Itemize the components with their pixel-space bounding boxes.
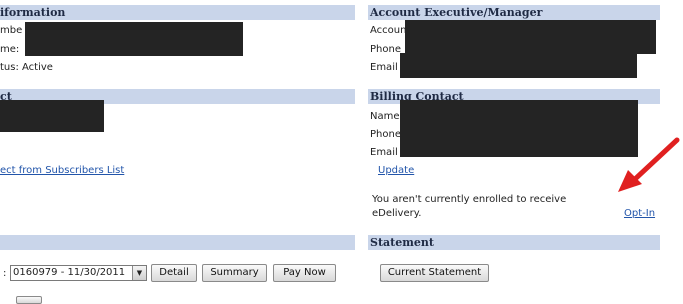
invoice-prefix: : bbox=[3, 268, 7, 279]
account-executive-header-text: Account Executive/Manager bbox=[370, 6, 543, 19]
detail-button[interactable]: Detail bbox=[151, 264, 197, 282]
information-header-text: iformation bbox=[0, 6, 66, 19]
redacted-contact-block bbox=[0, 100, 104, 132]
account-executive-header: Account Executive/Manager bbox=[368, 5, 660, 20]
redacted-billing-block bbox=[400, 100, 638, 157]
number-label: mbe bbox=[0, 25, 23, 36]
statement-header: Statement bbox=[368, 235, 660, 250]
redacted-account-block bbox=[405, 20, 656, 54]
account-phone-label: Phone bbox=[370, 44, 401, 55]
invoice-select[interactable]: 0160979 - 11/30/2011 ▼ bbox=[10, 265, 147, 281]
invoice-select-value: 0160979 - 11/30/2011 bbox=[13, 267, 126, 278]
summary-button[interactable]: Summary bbox=[202, 264, 267, 282]
information-header: iformation bbox=[0, 5, 355, 20]
opt-in-link[interactable]: Opt-In bbox=[624, 207, 655, 220]
statement-header-text: Statement bbox=[370, 236, 434, 249]
update-link[interactable]: Update bbox=[378, 164, 414, 177]
invoice-header-bar bbox=[0, 235, 355, 250]
billing-email-label: Email bbox=[370, 147, 398, 158]
red-arrow-annotation bbox=[618, 137, 680, 192]
billing-phone-label: Phone bbox=[370, 129, 401, 140]
status-text: tus: Active bbox=[0, 62, 53, 73]
redacted-info-block bbox=[25, 22, 243, 56]
select-from-subscribers-link[interactable]: ect from Subscribers List bbox=[0, 164, 124, 177]
edelivery-notice-line1: You aren't currently enrolled to receive bbox=[372, 194, 567, 205]
pay-now-button[interactable]: Pay Now bbox=[273, 264, 336, 282]
redacted-account-email bbox=[400, 53, 637, 78]
name-label: me: bbox=[0, 44, 20, 55]
current-statement-button[interactable]: Current Statement bbox=[380, 264, 489, 282]
account-email-label: Email bbox=[370, 62, 398, 73]
partial-button-bottom[interactable] bbox=[16, 296, 42, 304]
billing-name-label: Name bbox=[370, 111, 400, 122]
chevron-down-icon[interactable]: ▼ bbox=[132, 266, 146, 280]
edelivery-notice-line2: eDelivery. bbox=[372, 208, 422, 219]
